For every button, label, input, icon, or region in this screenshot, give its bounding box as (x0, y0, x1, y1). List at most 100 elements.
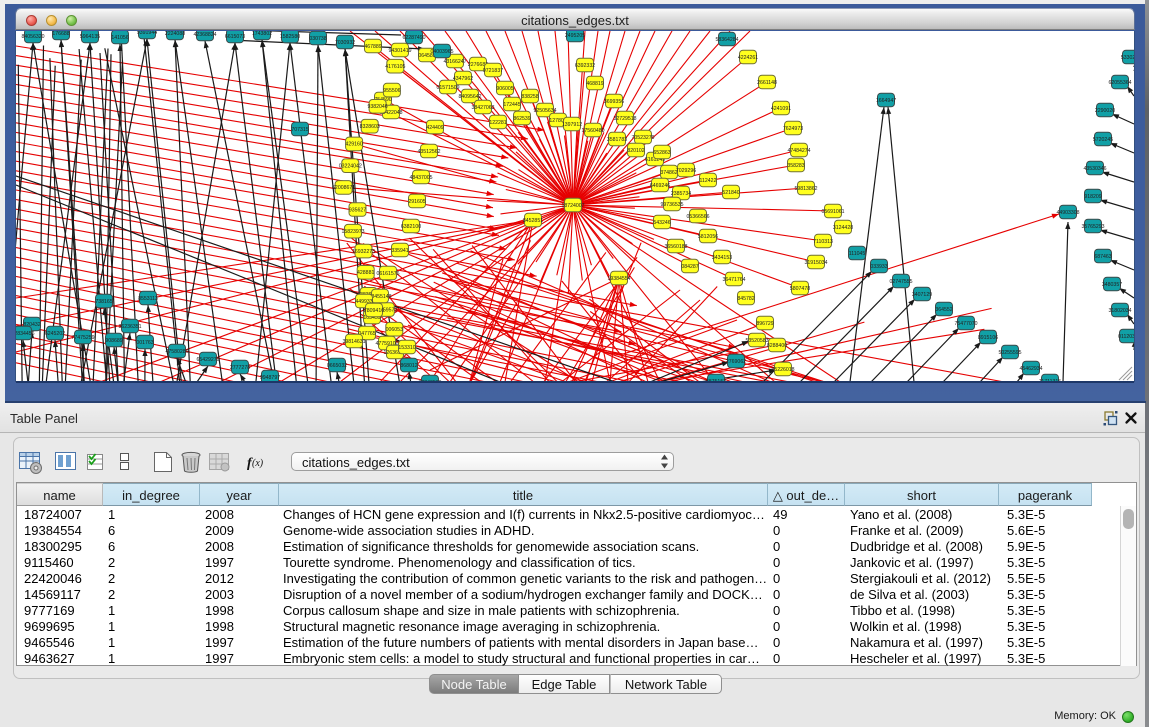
svg-text:1743802: 1743802 (252, 31, 272, 37)
svg-text:335941: 335941 (391, 248, 408, 254)
svg-text:5812056: 5812056 (698, 234, 718, 240)
svg-text:95226018: 95226018 (771, 367, 794, 373)
svg-text:8328603: 8328603 (360, 124, 380, 130)
svg-text:868012: 868012 (400, 363, 417, 369)
svg-text:75477070: 75477070 (954, 321, 977, 327)
svg-text:8288400: 8288400 (767, 343, 787, 349)
svg-text:7030932: 7030932 (335, 40, 355, 46)
svg-text:3699356: 3699356 (604, 99, 624, 105)
svg-text:62055364: 62055364 (1108, 80, 1131, 86)
svg-text:2769062: 2769062 (726, 359, 746, 365)
svg-text:70523279: 70523279 (631, 135, 654, 141)
svg-text:9382046: 9382046 (367, 104, 387, 110)
svg-text:50255595: 50255595 (998, 350, 1021, 356)
svg-text:39814631: 39814631 (342, 339, 365, 345)
svg-text:429160: 429160 (345, 142, 362, 148)
svg-text:5720245: 5720245 (1093, 137, 1113, 143)
svg-text:17560480: 17560480 (581, 128, 604, 134)
svg-text:111045: 111045 (849, 251, 866, 257)
svg-text:862539: 862539 (513, 116, 530, 122)
svg-text:62008671: 62008671 (332, 185, 355, 191)
svg-text:38427063: 38427063 (471, 105, 494, 111)
svg-text:7624973: 7624973 (783, 126, 803, 132)
svg-text:2385734: 2385734 (671, 191, 691, 197)
svg-text:9391944: 9391944 (137, 31, 157, 36)
svg-text:006053: 006053 (386, 327, 403, 333)
svg-text:2495205: 2495205 (565, 33, 585, 39)
svg-text:738165: 738165 (95, 299, 112, 305)
svg-text:8553113: 8553113 (138, 296, 158, 302)
svg-text:35765293: 35765293 (1081, 224, 1104, 230)
svg-text:6245202: 6245202 (45, 331, 65, 337)
svg-text:62287490: 62287490 (402, 35, 425, 41)
svg-text:16932273: 16932273 (352, 249, 375, 255)
svg-text:153310: 153310 (398, 345, 415, 351)
svg-text:01571509: 01571509 (436, 85, 459, 91)
svg-text:176688: 176688 (52, 31, 69, 37)
svg-text:18724007: 18724007 (561, 203, 584, 209)
svg-text:5964135: 5964135 (80, 34, 100, 40)
svg-text:36471764: 36471764 (722, 277, 745, 283)
svg-text:6382100: 6382100 (401, 224, 421, 230)
svg-text:3124428: 3124428 (833, 225, 853, 231)
svg-text:838258: 838258 (521, 94, 538, 100)
svg-text:2224088: 2224088 (165, 31, 185, 37)
svg-text:(x): (x) (252, 458, 264, 469)
svg-text:3581783: 3581783 (607, 137, 627, 143)
svg-text:02834456: 02834456 (16, 331, 35, 337)
svg-text:4224261: 4224261 (738, 55, 758, 61)
svg-text:172445: 172445 (503, 102, 520, 108)
svg-text:112422: 112422 (700, 178, 717, 184)
svg-text:845782: 845782 (737, 296, 754, 302)
svg-text:3407129: 3407129 (912, 292, 932, 298)
svg-text:1397912: 1397912 (562, 122, 582, 128)
svg-text:141056: 141056 (111, 35, 128, 41)
svg-text:291605: 291605 (408, 199, 425, 205)
svg-text:58364284: 58364284 (715, 37, 738, 43)
svg-text:918209: 918209 (1084, 194, 1101, 200)
svg-text:7029296: 7029296 (676, 168, 696, 174)
svg-text:03224042: 03224042 (339, 164, 362, 170)
svg-text:31802034: 31802034 (1108, 308, 1131, 314)
svg-text:45462934: 45462934 (1019, 366, 1042, 372)
svg-text:6469246: 6469246 (650, 183, 670, 189)
svg-text:84056320: 84056320 (21, 34, 44, 40)
svg-text:65429279: 65429279 (196, 357, 219, 363)
svg-text:4176105: 4176105 (385, 64, 405, 70)
svg-text:84095642: 84095642 (458, 94, 481, 100)
svg-text:43530346: 43530346 (1083, 166, 1106, 172)
svg-text:94301419: 94301419 (388, 48, 411, 54)
svg-text:43512562: 43512562 (417, 149, 440, 155)
svg-text:6615073: 6615073 (225, 34, 245, 40)
svg-text:906005: 906005 (496, 86, 513, 92)
svg-text:59813862: 59813862 (794, 186, 817, 192)
svg-text:358283: 358283 (787, 163, 804, 169)
svg-text:06161576: 06161576 (376, 271, 399, 277)
svg-text:04003965: 04003965 (430, 49, 453, 55)
svg-text:4241091: 4241091 (771, 106, 791, 112)
svg-text:2777278: 2777278 (230, 365, 250, 371)
svg-text:42368824: 42368824 (193, 32, 216, 38)
svg-text:707315: 707315 (291, 127, 308, 133)
svg-text:652863: 652863 (653, 150, 670, 156)
svg-text:15823973: 15823973 (341, 229, 364, 235)
svg-text:521840: 521840 (722, 190, 739, 196)
svg-text:19384554: 19384554 (607, 276, 630, 282)
svg-text:44903308: 44903308 (1056, 210, 1079, 216)
svg-text:543246: 543246 (653, 220, 670, 226)
svg-text:05691061: 05691061 (821, 209, 844, 215)
svg-text:2661148: 2661148 (757, 80, 777, 86)
svg-text:9948797: 9948797 (260, 375, 280, 381)
svg-text:3480357: 3480357 (1102, 282, 1122, 288)
svg-text:3434153: 3434153 (712, 255, 732, 261)
svg-text:424409: 424409 (426, 125, 443, 131)
svg-text:99736535: 99736535 (660, 202, 683, 208)
svg-text:122281: 122281 (489, 120, 506, 126)
svg-text:6392332: 6392332 (575, 63, 595, 69)
svg-text:364552: 364552 (935, 307, 952, 313)
svg-text:31915034: 31915034 (804, 260, 827, 266)
svg-text:36236351: 36236351 (118, 324, 141, 330)
svg-text:9721837: 9721837 (483, 68, 503, 74)
svg-text:0112031: 0112031 (1118, 334, 1134, 340)
svg-text:05366566: 05366566 (686, 214, 709, 220)
